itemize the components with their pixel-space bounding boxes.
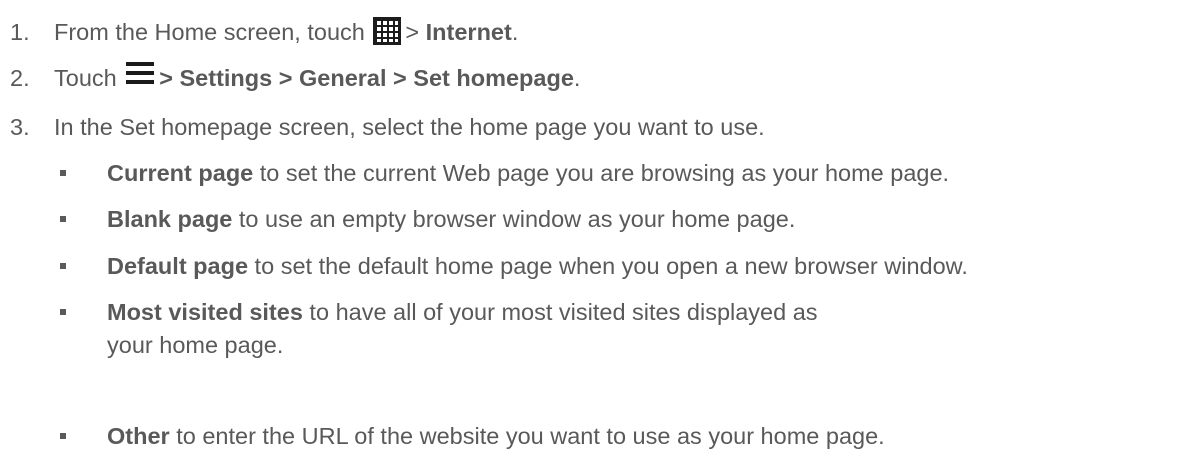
option-name: Most visited sites: [107, 299, 303, 325]
step-number: 2.: [10, 65, 30, 91]
step-number: 1.: [10, 19, 30, 45]
menu-icon: [125, 60, 155, 93]
option-description: to use an empty browser window as your h…: [232, 206, 796, 232]
option-item-current-page: Current page to set the current Web page…: [60, 157, 1180, 190]
option-item-other: Other to enter the URL of the website yo…: [60, 420, 1180, 453]
option-item-most-visited-sites: Most visited sites to have all of your m…: [60, 296, 860, 362]
step-bold-text: > Settings > General > Set homepage: [159, 65, 574, 91]
option-item-blank-page: Blank page to use an empty browser windo…: [60, 203, 1180, 236]
bullet-marker: [60, 263, 66, 269]
step-3: 3. In the Set homepage screen, select the…: [10, 112, 765, 142]
option-description: to enter the URL of the website you want…: [169, 423, 885, 449]
step-text: Touch: [54, 65, 117, 91]
bullet-marker: [60, 170, 66, 176]
step-text-tail: .: [511, 19, 519, 45]
step-text: In the Set homepage screen, select the h…: [54, 114, 765, 140]
option-description: to set the current Web page you are brow…: [253, 160, 950, 186]
bullet-marker: [60, 309, 66, 315]
bullet-marker: [60, 433, 66, 439]
option-description: to set the default home page when you op…: [248, 253, 968, 279]
step-number: 3.: [10, 114, 30, 140]
step-bold-text: Internet: [425, 19, 512, 45]
option-name: Blank page: [107, 206, 233, 232]
apps-grid-icon: [373, 16, 402, 45]
step-text-tail: .: [573, 65, 581, 91]
option-name: Other: [107, 423, 170, 449]
step-text-arrow: >: [405, 19, 426, 45]
instruction-document: 1. From the Home screen, touch > Internet…: [0, 0, 1187, 469]
step-text: From the Home screen, touch: [54, 19, 365, 45]
option-name: Default page: [107, 253, 249, 279]
step-1: 1. From the Home screen, touch > Internet…: [10, 16, 519, 48]
option-item-default-page: Default page to set the default home pag…: [60, 250, 1180, 283]
option-name: Current page: [107, 160, 254, 186]
bullet-marker: [60, 216, 66, 222]
step-2: 2. Touch > Settings > General > Set homep…: [10, 60, 581, 96]
